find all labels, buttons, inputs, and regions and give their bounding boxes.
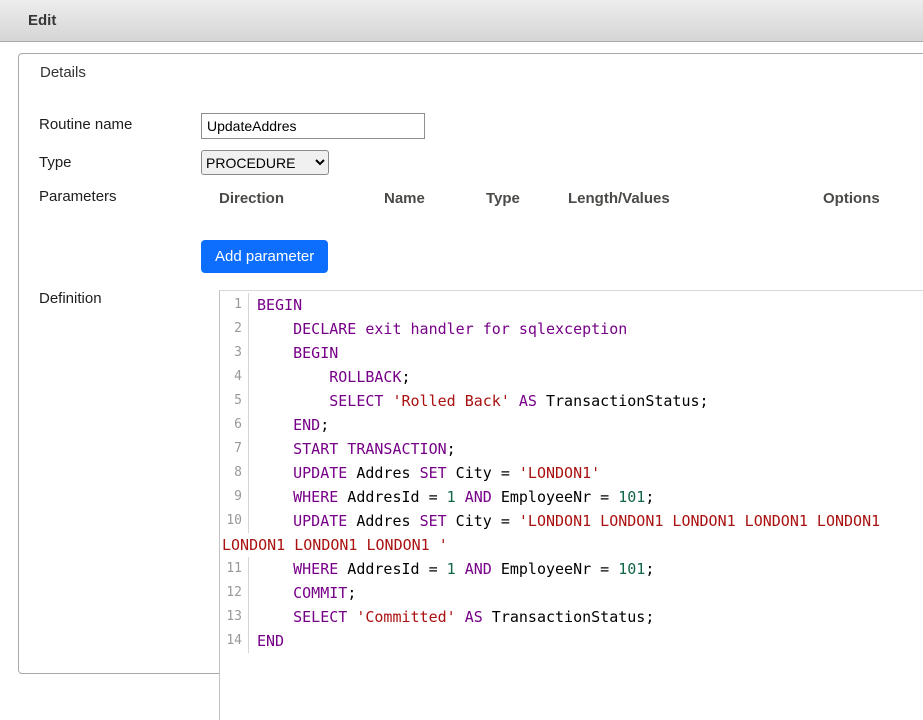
line-number: 14 [220, 629, 249, 653]
code-text: SELECT 'Rolled Back' AS TransactionStatu… [249, 389, 709, 413]
param-col-length-values: Length/Values [568, 190, 670, 207]
code-text: UPDATE Addres SET City = 'LONDON1 LONDON… [249, 509, 880, 533]
line-number: 10 [220, 509, 249, 533]
param-col-options: Options [823, 190, 880, 207]
parameters-header-row: Direction Name Type Length/Values Option… [19, 190, 923, 210]
code-line: 9 WHERE AddresId = 1 AND EmployeeNr = 10… [220, 485, 923, 509]
code-text: START TRANSACTION; [249, 437, 456, 461]
code-text: END [249, 629, 284, 653]
definition-label: Definition [39, 290, 102, 307]
code-line: 13 SELECT 'Committed' AS TransactionStat… [220, 605, 923, 629]
routine-name-label: Routine name [39, 116, 132, 133]
code-line: 10 UPDATE Addres SET City = 'LONDON1 LON… [220, 509, 923, 533]
code-text: BEGIN [249, 293, 302, 317]
code-text: WHERE AddresId = 1 AND EmployeeNr = 101; [249, 485, 654, 509]
code-text: DECLARE exit handler for sqlexception [249, 317, 627, 341]
line-number: 2 [220, 317, 249, 341]
code-line: 14END [220, 629, 923, 653]
param-col-type: Type [486, 190, 520, 207]
code-text: END; [249, 413, 329, 437]
line-number: 11 [220, 557, 249, 581]
line-number: 9 [220, 485, 249, 509]
add-parameter-button[interactable]: Add parameter [201, 240, 328, 273]
code-text: ROLLBACK; [249, 365, 411, 389]
code-text: UPDATE Addres SET City = 'LONDON1' [249, 461, 600, 485]
edit-header-bar: Edit [0, 0, 923, 42]
param-col-name: Name [384, 190, 425, 207]
line-number: 12 [220, 581, 249, 605]
code-text: LONDON1 LONDON1 LONDON1 ' [220, 533, 448, 557]
code-line: 6 END; [220, 413, 923, 437]
code-text: BEGIN [249, 341, 338, 365]
line-number: 13 [220, 605, 249, 629]
code-line: 1BEGIN [220, 293, 923, 317]
code-line: 3 BEGIN [220, 341, 923, 365]
code-text: WHERE AddresId = 1 AND EmployeeNr = 101; [249, 557, 654, 581]
line-number: 1 [220, 293, 249, 317]
line-number: 3 [220, 341, 249, 365]
type-label: Type [39, 154, 72, 171]
line-number: 8 [220, 461, 249, 485]
definition-editor[interactable]: 1BEGIN2 DECLARE exit handler for sqlexce… [219, 290, 923, 720]
page-title: Edit [0, 12, 56, 29]
details-legend: Details [40, 64, 86, 81]
code-line: 8 UPDATE Addres SET City = 'LONDON1' [220, 461, 923, 485]
code-line: 11 WHERE AddresId = 1 AND EmployeeNr = 1… [220, 557, 923, 581]
param-col-direction: Direction [219, 190, 284, 207]
code-line-wrap: LONDON1 LONDON1 LONDON1 ' [220, 533, 923, 557]
code-line: 4 ROLLBACK; [220, 365, 923, 389]
code-line: 5 SELECT 'Rolled Back' AS TransactionSta… [220, 389, 923, 413]
code-line: 2 DECLARE exit handler for sqlexception [220, 317, 923, 341]
line-number: 4 [220, 365, 249, 389]
routine-name-input[interactable] [201, 113, 425, 139]
line-number: 6 [220, 413, 249, 437]
code-text: SELECT 'Committed' AS TransactionStatus; [249, 605, 654, 629]
code-line: 7 START TRANSACTION; [220, 437, 923, 461]
details-fieldset: Details Routine name Type PROCEDURE Para… [18, 53, 923, 674]
line-number: 7 [220, 437, 249, 461]
code-text: COMMIT; [249, 581, 356, 605]
code-line: 12 COMMIT; [220, 581, 923, 605]
line-number: 5 [220, 389, 249, 413]
type-select[interactable]: PROCEDURE [201, 150, 329, 175]
